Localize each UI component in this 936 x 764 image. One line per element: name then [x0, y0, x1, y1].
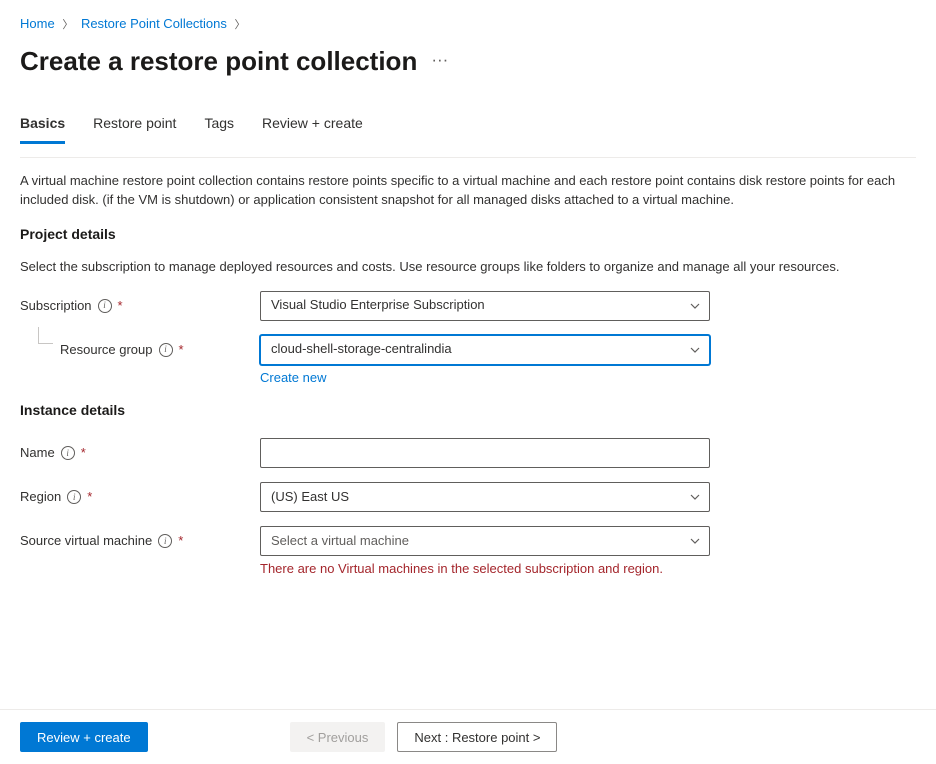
page-title: Create a restore point collection — [20, 43, 417, 79]
select-region[interactable]: (US) East US — [260, 482, 710, 512]
info-icon[interactable]: i — [61, 446, 75, 460]
chevron-down-icon — [689, 300, 701, 312]
info-icon[interactable]: i — [67, 490, 81, 504]
required-indicator: * — [118, 297, 123, 315]
more-actions-icon[interactable]: ··· — [431, 48, 448, 76]
label-name: Name — [20, 444, 55, 462]
select-resource-group-value: cloud-shell-storage-centralindia — [271, 340, 452, 358]
next-button[interactable]: Next : Restore point > — [397, 722, 557, 752]
info-icon[interactable]: i — [158, 534, 172, 548]
section-heading-project: Project details — [20, 225, 916, 245]
link-create-new[interactable]: Create new — [260, 369, 326, 387]
section-heading-instance: Instance details — [20, 401, 916, 421]
footer: Review + create < Previous Next : Restor… — [0, 709, 936, 764]
info-icon[interactable]: i — [159, 343, 173, 357]
review-create-button[interactable]: Review + create — [20, 722, 148, 752]
divider — [20, 157, 916, 158]
select-resource-group[interactable]: cloud-shell-storage-centralindia — [260, 335, 710, 365]
label-subscription: Subscription — [20, 297, 92, 315]
required-indicator: * — [81, 444, 86, 462]
previous-button: < Previous — [290, 722, 386, 752]
tab-basics[interactable]: Basics — [20, 108, 65, 145]
chevron-right-icon: 〉 — [62, 19, 73, 31]
chevron-right-icon: 〉 — [235, 19, 246, 31]
chevron-down-icon — [689, 491, 701, 503]
tab-tags[interactable]: Tags — [204, 108, 234, 145]
tab-restore-point[interactable]: Restore point — [93, 108, 176, 145]
required-indicator: * — [87, 488, 92, 506]
intro-text: A virtual machine restore point collecti… — [20, 172, 916, 208]
breadcrumb-link-restore-point-collections[interactable]: Restore Point Collections — [81, 16, 227, 31]
input-name[interactable] — [260, 438, 710, 468]
required-indicator: * — [178, 532, 183, 550]
label-resource-group: Resource group — [60, 341, 153, 359]
required-indicator: * — [179, 341, 184, 359]
select-subscription-value: Visual Studio Enterprise Subscription — [271, 296, 485, 314]
tab-review-create[interactable]: Review + create — [262, 108, 363, 145]
select-source-vm[interactable]: Select a virtual machine — [260, 526, 710, 556]
chevron-down-icon — [689, 344, 701, 356]
label-region: Region — [20, 488, 61, 506]
label-source-vm: Source virtual machine — [20, 532, 152, 550]
info-icon[interactable]: i — [98, 299, 112, 313]
select-source-vm-value: Select a virtual machine — [271, 532, 409, 550]
tabs: Basics Restore point Tags Review + creat… — [20, 108, 916, 146]
select-region-value: (US) East US — [271, 488, 349, 506]
select-subscription[interactable]: Visual Studio Enterprise Subscription — [260, 291, 710, 321]
breadcrumb: Home 〉 Restore Point Collections 〉 — [20, 15, 916, 33]
chevron-down-icon — [689, 535, 701, 547]
breadcrumb-link-home[interactable]: Home — [20, 16, 55, 31]
section-desc-project: Select the subscription to manage deploy… — [20, 258, 916, 276]
error-text-source-vm: There are no Virtual machines in the sel… — [260, 560, 710, 578]
